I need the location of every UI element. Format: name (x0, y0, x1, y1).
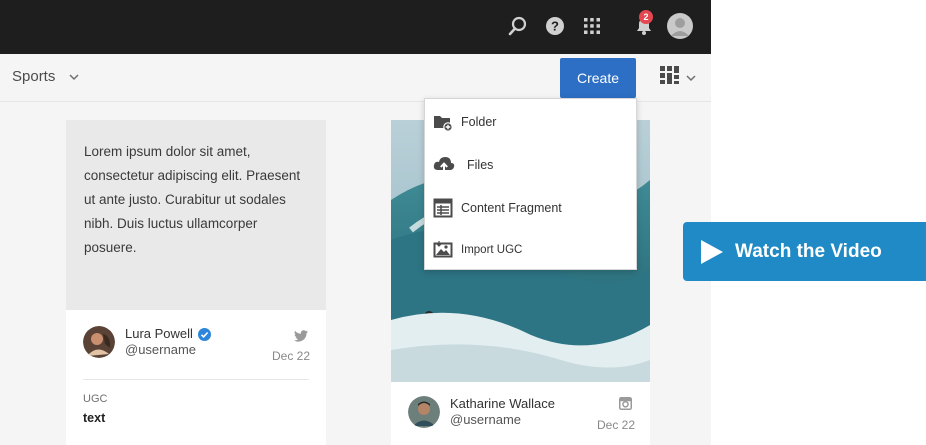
menu-item-content-fragment[interactable]: Content Fragment (433, 195, 562, 221)
card-view-icon (660, 66, 680, 89)
apps-grid-icon[interactable] (580, 14, 604, 38)
user-avatar[interactable] (667, 13, 693, 39)
view-chevron-down-icon (686, 69, 696, 87)
cloud-upload-icon (433, 157, 455, 173)
chevron-down-icon (69, 68, 79, 85)
author-avatar (408, 396, 440, 428)
svg-text:?: ? (551, 19, 559, 34)
folder-add-icon (434, 116, 453, 132)
import-image-icon (433, 241, 453, 258)
author-avatar (83, 326, 115, 358)
create-button[interactable]: Create (560, 58, 636, 98)
author-handle: @username (125, 342, 197, 357)
author-name: Lura Powell (125, 326, 193, 341)
post-date: Dec 22 (272, 349, 311, 363)
menu-item-import-ugc[interactable]: Import UGC (433, 237, 522, 263)
menu-item-label: Files (467, 158, 494, 172)
breadcrumb-label: Sports (12, 68, 56, 85)
watch-video-label: Watch the Video (735, 240, 882, 262)
card-author: Lura Powell @username (83, 326, 211, 358)
help-icon[interactable]: ? (543, 14, 567, 38)
play-icon (701, 239, 723, 264)
breadcrumb[interactable]: Sports (12, 68, 79, 85)
view-switcher[interactable] (660, 66, 696, 89)
menu-item-files[interactable]: Files (433, 152, 493, 178)
card-author: Katharine Wallace @username (408, 396, 555, 428)
menu-item-folder[interactable]: Folder (433, 109, 496, 135)
card-post-text: Lorem ipsum dolor sit amet, consectetur … (66, 120, 326, 310)
post-date: Dec 22 (597, 418, 636, 432)
instagram-icon (619, 397, 632, 410)
content-fragment-icon (433, 198, 453, 218)
author-name: Katharine Wallace (450, 396, 556, 411)
author-handle: @username (450, 412, 522, 427)
search-icon[interactable] (506, 14, 530, 38)
watch-video-button[interactable]: Watch the Video (683, 222, 926, 281)
menu-item-label: Folder (461, 115, 497, 129)
notification-badge: 2 (639, 10, 653, 24)
content-type-value: text (83, 411, 106, 425)
ugc-card-text[interactable]: Lorem ipsum dolor sit amet, consectetur … (66, 120, 326, 445)
top-bar: ? 2 (0, 0, 711, 54)
twitter-icon (294, 330, 308, 342)
content-type-label: UGC (83, 393, 108, 405)
card-divider (83, 379, 309, 380)
verified-badge-icon (197, 327, 211, 341)
menu-item-label: Content Fragment (461, 201, 562, 215)
app-window: ? 2 Sports Create Lorem ipsum dolor sit … (0, 0, 711, 445)
notifications-bell-icon[interactable]: 2 (629, 10, 659, 38)
create-menu: Folder Files Content Fragment Import UGC (424, 98, 637, 270)
menu-item-label: Import UGC (461, 244, 523, 256)
